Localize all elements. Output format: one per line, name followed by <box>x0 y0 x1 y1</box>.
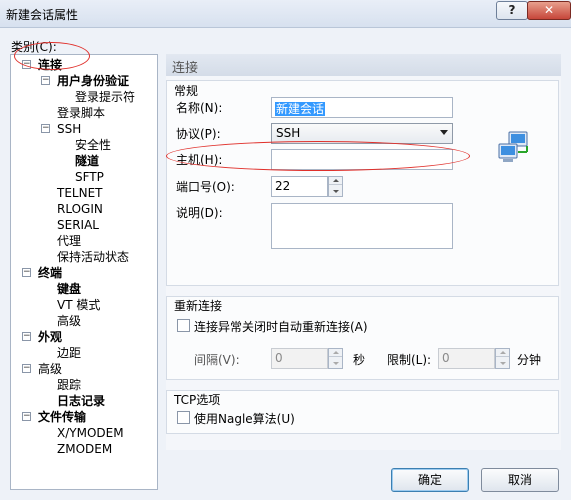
general-group: 常规 名称(N): 新建会话 协议(P): SSH 主机(H): 端口号(O):… <box>166 80 559 286</box>
collapse-toggle-connection[interactable]: − <box>22 60 31 69</box>
name-label: 名称(N): <box>176 101 223 115</box>
description-label: 说明(D): <box>176 206 223 220</box>
tree-item-file-transfer[interactable]: 文件传输 <box>38 410 86 425</box>
tree-item-serial[interactable]: SERIAL <box>57 218 99 233</box>
name-input[interactable]: 新建会话 <box>271 97 453 118</box>
settings-panel: 连接 常规 名称(N): 新建会话 协议(P): SSH 主机(H): 端口号(… <box>166 54 561 450</box>
auto-reconnect-checkbox[interactable] <box>177 319 190 332</box>
description-input[interactable] <box>271 203 453 249</box>
protocol-value: SSH <box>276 126 301 140</box>
collapse-toggle-terminal[interactable]: − <box>22 268 31 277</box>
tree-item-tunneling[interactable]: 隧道 <box>75 154 99 169</box>
tree-item-margins[interactable]: 边距 <box>57 346 81 361</box>
tcp-group: TCP选项 使用Nagle算法(U) <box>166 390 559 434</box>
window-title: 新建会话属性 <box>6 8 79 22</box>
tree-item-zmodem[interactable]: ZMODEM <box>57 442 112 457</box>
title-bar: 新建会话属性 ? ✕ <box>0 0 571 28</box>
interval-label: 间隔(V): <box>194 353 240 367</box>
spin-up-icon[interactable] <box>329 177 342 185</box>
network-computers-icon <box>498 131 528 162</box>
tree-item-login-script[interactable]: 登录脚本 <box>57 106 105 121</box>
general-group-label: 常规 <box>174 84 199 98</box>
host-label: 主机(H): <box>176 153 223 167</box>
spin-down-icon[interactable] <box>329 360 342 368</box>
collapse-toggle-advanced[interactable]: − <box>22 364 31 373</box>
reconnect-group-label: 重新连接 <box>174 299 223 313</box>
protocol-select[interactable]: SSH <box>271 123 453 144</box>
tree-item-security[interactable]: 安全性 <box>75 138 111 153</box>
interval-spinner[interactable] <box>328 348 343 369</box>
tree-item-terminal-advanced[interactable]: 高级 <box>57 314 81 329</box>
tree-item-proxy[interactable]: 代理 <box>57 234 81 249</box>
panel-header: 连接 <box>166 54 561 76</box>
tree-item-sftp[interactable]: SFTP <box>75 170 104 185</box>
tree-item-appearance[interactable]: 外观 <box>38 330 62 345</box>
help-button[interactable]: ? <box>496 1 528 20</box>
tree-item-connection[interactable]: 连接 <box>38 58 62 73</box>
host-input[interactable] <box>271 149 453 170</box>
protocol-label: 协议(P): <box>176 127 221 141</box>
tree-item-xymodem[interactable]: X/YMODEM <box>57 426 124 441</box>
tree-item-trace[interactable]: 跟踪 <box>57 378 81 393</box>
port-input[interactable]: 22 <box>271 176 328 197</box>
spin-up-icon[interactable] <box>496 349 509 357</box>
tree-item-telnet[interactable]: TELNET <box>57 186 103 201</box>
tree-item-ssh[interactable]: SSH <box>57 122 81 137</box>
tree-item-rlogin[interactable]: RLOGIN <box>57 202 103 217</box>
collapse-toggle-appearance[interactable]: − <box>22 332 31 341</box>
tree-item-user-auth[interactable]: 用户身份验证 <box>57 74 129 89</box>
nagle-label: 使用Nagle算法(U) <box>194 412 295 426</box>
tree-item-vt-modes[interactable]: VT 模式 <box>57 298 100 313</box>
category-tree[interactable]: − − − − − − − 连接 用户身份验证 登录提示符 登录脚本 SSH 安… <box>10 54 158 490</box>
category-label: 类别(C): <box>11 40 57 54</box>
limit-input[interactable]: 0 <box>438 348 495 369</box>
chevron-down-icon <box>440 130 448 135</box>
collapse-toggle-auth[interactable]: − <box>41 76 50 85</box>
seconds-label: 秒 <box>353 353 366 367</box>
tree-item-terminal[interactable]: 终端 <box>38 266 62 281</box>
spin-down-icon[interactable] <box>329 188 342 196</box>
nagle-checkbox[interactable] <box>177 411 190 424</box>
limit-label: 限制(L): <box>387 353 432 367</box>
auto-reconnect-label: 连接异常关闭时自动重新连接(A) <box>194 320 368 334</box>
cancel-button[interactable]: 取消 <box>481 468 559 492</box>
limit-spinner[interactable] <box>495 348 510 369</box>
tree-item-keyboard[interactable]: 键盘 <box>57 282 81 297</box>
spin-down-icon[interactable] <box>496 360 509 368</box>
tree-item-keep-alive[interactable]: 保持活动状态 <box>57 250 129 265</box>
tcp-group-label: TCP选项 <box>174 393 221 407</box>
interval-input[interactable]: 0 <box>271 348 328 369</box>
spin-up-icon[interactable] <box>329 349 342 357</box>
tree-item-logging[interactable]: 日志记录 <box>57 394 105 409</box>
ok-button[interactable]: 确定 <box>391 468 469 492</box>
panel-title: 连接 <box>172 61 199 76</box>
collapse-toggle-file-transfer[interactable]: − <box>22 412 31 421</box>
minutes-label: 分钟 <box>517 353 542 367</box>
collapse-toggle-ssh[interactable]: − <box>41 124 50 133</box>
close-button[interactable]: ✕ <box>527 1 571 20</box>
reconnect-group: 重新连接 连接异常关闭时自动重新连接(A) 间隔(V): 0 秒 限制(L): … <box>166 296 559 380</box>
port-spinner[interactable] <box>328 176 343 197</box>
tree-item-login-prompts[interactable]: 登录提示符 <box>75 90 135 105</box>
dialog-body: 类别(C): − − − − − − − 连接 用户身份验证 登录提示符 登录脚… <box>0 28 571 500</box>
port-label: 端口号(O): <box>176 180 235 194</box>
name-value: 新建会话 <box>275 102 326 116</box>
tree-item-advanced[interactable]: 高级 <box>38 362 62 377</box>
